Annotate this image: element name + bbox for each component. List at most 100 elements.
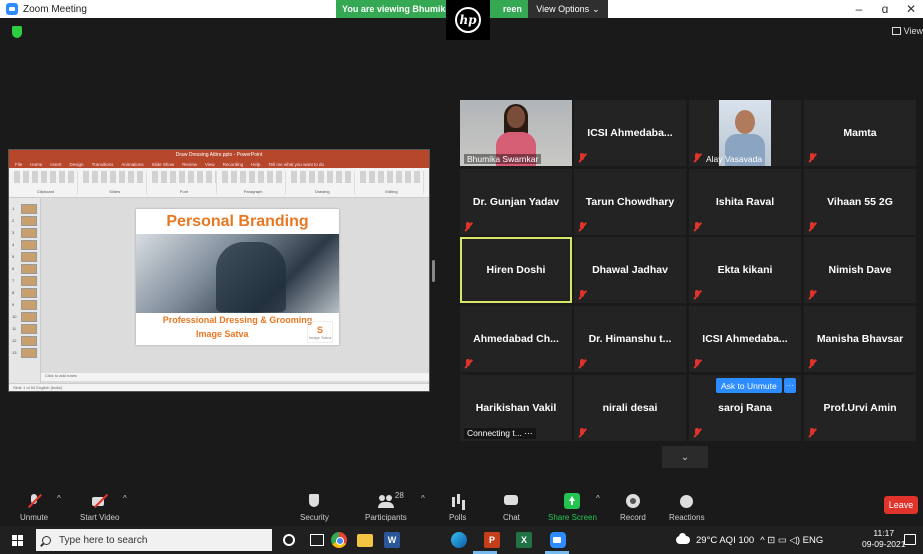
- task-view-icon[interactable]: [310, 534, 324, 546]
- share-screen-icon: [564, 493, 581, 509]
- security-label: Security: [300, 513, 329, 522]
- participant-tile[interactable]: Ishita Raval: [689, 169, 801, 235]
- start-video-button[interactable]: Start Video: [80, 486, 119, 526]
- slide-thumbnail: 7: [12, 276, 37, 286]
- notification-center-icon[interactable]: [904, 534, 916, 545]
- windows-start-icon[interactable]: [12, 535, 23, 546]
- participant-name: Tarun Chowdhary: [585, 196, 675, 208]
- chrome-icon[interactable]: [331, 532, 347, 548]
- file-explorer-icon[interactable]: [357, 534, 373, 547]
- slide-title: Personal Branding: [166, 213, 309, 230]
- participants-caret[interactable]: ^: [421, 494, 425, 503]
- participant-name: ICSI Ahmedaba...: [587, 127, 673, 139]
- record-icon: [625, 493, 641, 509]
- chevron-down-icon: ⌄: [592, 3, 600, 14]
- participant-tile[interactable]: Manisha Bhavsar: [804, 306, 916, 372]
- muted-mic-icon: [693, 153, 701, 163]
- image-satva-logo: S Image Satva: [307, 321, 333, 343]
- view-button[interactable]: View: [891, 26, 923, 36]
- participant-tile[interactable]: Mamta: [804, 100, 916, 166]
- participants-icon: 28: [377, 491, 404, 509]
- taskbar-clock[interactable]: 11:17 09-09-2021: [862, 528, 905, 550]
- share-screen-button[interactable]: Share Screen: [548, 486, 597, 526]
- tray-icons[interactable]: ^ ⊡ ▭ ◁) ENG: [760, 535, 823, 546]
- participant-tile[interactable]: nirali desai: [574, 375, 686, 441]
- ribbon-group: Drawing: [290, 171, 355, 194]
- chat-button[interactable]: Chat: [503, 486, 520, 526]
- leave-button[interactable]: Leave: [884, 496, 918, 514]
- participant-tile[interactable]: Nimish Dave: [804, 237, 916, 303]
- slide-thumbnail: 6: [12, 264, 37, 274]
- ribbon-buttons: [359, 171, 424, 183]
- cortana-icon[interactable]: [283, 534, 295, 546]
- participant-tile[interactable]: ICSI Ahmedaba...: [689, 306, 801, 372]
- split-view-handle[interactable]: [432, 260, 435, 282]
- muted-mic-icon: [808, 222, 816, 232]
- slide-thumbnail: 5: [12, 252, 37, 262]
- chat-icon: [503, 493, 519, 509]
- excel-icon[interactable]: X: [516, 532, 532, 548]
- muted-mic-icon: [26, 493, 42, 509]
- share-options-caret[interactable]: ^: [596, 494, 600, 503]
- search-icon: [42, 535, 51, 545]
- polls-button[interactable]: Polls: [449, 486, 466, 526]
- muted-mic-icon: [693, 222, 701, 232]
- ribbon-buttons: [14, 171, 78, 183]
- more-options-button[interactable]: ···: [783, 378, 796, 393]
- unmute-button[interactable]: Unmute: [20, 486, 48, 526]
- participant-tile[interactable]: Hiren Doshi: [460, 237, 572, 303]
- slide-thumbnail: 11: [12, 324, 37, 334]
- participant-tile[interactable]: Tarun Chowdhary: [574, 169, 686, 235]
- participant-tile[interactable]: Dr. Gunjan Yadav: [460, 169, 572, 235]
- gallery-next-page-button[interactable]: ⌄: [662, 446, 708, 468]
- participant-tile[interactable]: Ekta kikani: [689, 237, 801, 303]
- participant-name: Dhawal Jadhav: [592, 264, 668, 276]
- video-options-caret[interactable]: ^: [123, 494, 127, 503]
- taskbar-search-box[interactable]: Type here to search: [36, 529, 272, 551]
- ribbon-group-label: Editing: [385, 189, 398, 194]
- record-button[interactable]: Record: [620, 486, 646, 526]
- participant-tile[interactable]: Harikishan Vakil Connecting t... ⋯: [460, 375, 572, 441]
- audio-options-caret[interactable]: ^: [57, 494, 61, 503]
- muted-mic-icon: [578, 290, 586, 300]
- participant-tile[interactable]: Dr. Himanshu t...: [574, 306, 686, 372]
- slide-thumbnails: 1 2 3 4 5 6 7 8 9 10 11 12 13: [9, 198, 41, 383]
- ask-to-unmute-button[interactable]: Ask to Unmute: [716, 378, 782, 393]
- close-button[interactable]: ✕: [898, 0, 923, 18]
- participant-name: Prof.Urvi Amin: [823, 402, 897, 414]
- encryption-shield-icon[interactable]: [12, 26, 22, 38]
- edge-icon[interactable]: [451, 532, 467, 548]
- slide-thumbnail: 10: [12, 312, 37, 322]
- slide-number: 5: [12, 254, 15, 259]
- participant-gallery: Bhumika Swarnkar ICSI Ahmedaba... Alay Vas…: [460, 100, 916, 446]
- reactions-button[interactable]: Reactions: [669, 486, 705, 526]
- zoom-taskbar-icon[interactable]: [550, 532, 566, 548]
- weather-text[interactable]: 29°C AQI 100: [696, 535, 754, 546]
- minimize-button[interactable]: –: [846, 0, 872, 18]
- view-options-button[interactable]: View Options ⌄: [528, 0, 608, 18]
- slide-number: 12: [12, 338, 17, 343]
- maximize-button[interactable]: ɑ: [872, 0, 898, 18]
- participant-tile[interactable]: ICSI Ahmedaba...: [574, 100, 686, 166]
- participant-tile[interactable]: Dhawal Jadhav: [574, 237, 686, 303]
- participant-tile[interactable]: Prof.Urvi Amin: [804, 375, 916, 441]
- slide-number: 4: [12, 242, 15, 247]
- participant-tile[interactable]: Vihaan 55 2G: [804, 169, 916, 235]
- ribbon-tab: Recording: [222, 161, 244, 167]
- reactions-icon: [679, 493, 695, 509]
- weather-icon: [676, 533, 690, 544]
- powerpoint-icon[interactable]: P: [484, 532, 500, 548]
- participants-button[interactable]: 28 Participants: [365, 486, 407, 526]
- participant-tile[interactable]: Alay Vasavada: [689, 100, 801, 166]
- participant-name: Dr. Gunjan Yadav: [472, 196, 560, 208]
- participant-tile[interactable]: Bhumika Swarnkar: [460, 100, 572, 166]
- slide-number: 7: [12, 278, 15, 283]
- security-button[interactable]: Security: [300, 486, 329, 526]
- participant-name: Nimish Dave: [828, 264, 892, 276]
- shared-screen[interactable]: Draw Dressing Attire.pptx - PowerPoint F…: [8, 149, 430, 392]
- muted-mic-icon: [808, 428, 816, 438]
- ribbon-tab: Help: [251, 161, 261, 167]
- participant-tile[interactable]: Ahmedabad Ch...: [460, 306, 572, 372]
- word-icon[interactable]: W: [384, 532, 400, 548]
- slide-photo: [136, 234, 339, 313]
